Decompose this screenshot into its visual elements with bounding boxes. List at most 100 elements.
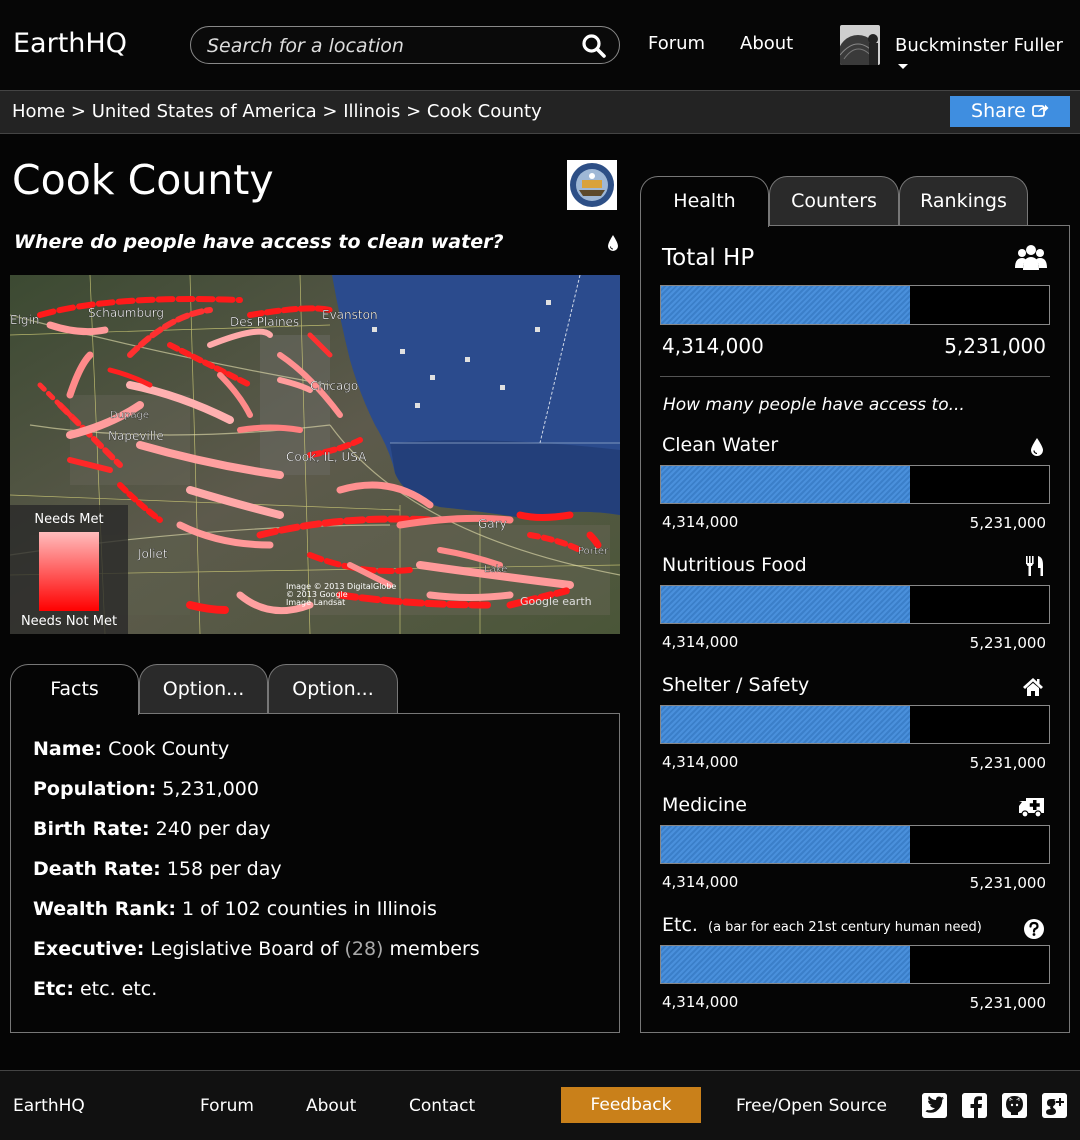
map-legend: Needs Met Needs Not Met: [10, 505, 128, 634]
member-count: (28): [344, 938, 384, 960]
fact-death-rate: Death Rate: 158 per day: [33, 858, 282, 880]
county-seal-image: [567, 160, 617, 210]
tab-rankings[interactable]: Rankings: [899, 176, 1028, 226]
map-label-elgin: Elgin: [10, 313, 39, 327]
utensils-icon: [1026, 556, 1043, 576]
avatar[interactable]: [840, 25, 880, 65]
fact-value: Cook County: [108, 738, 230, 760]
footer-link-contact[interactable]: Contact: [409, 1096, 475, 1116]
legend-needs-not-met: Needs Not Met: [20, 614, 118, 629]
need-label-shelter-safety: Shelter / Safety: [662, 674, 810, 696]
fact-value: etc. etc.: [79, 978, 158, 1000]
need-bar-fill: [661, 826, 911, 863]
ambulance-icon: [1019, 798, 1044, 818]
nav-forum[interactable]: Forum: [648, 33, 705, 54]
tab-health[interactable]: Health: [640, 176, 769, 227]
page-title: Cook County: [12, 156, 274, 204]
tab-counters[interactable]: Counters: [769, 176, 899, 226]
user-menu[interactable]: Buckminster Fuller: [895, 35, 1080, 77]
home-icon: [1023, 678, 1043, 696]
fact-label: Executive:: [33, 938, 145, 960]
search-icon[interactable]: [581, 33, 607, 59]
user-name: Buckminster Fuller: [895, 35, 1063, 56]
divider: [660, 376, 1050, 377]
map-label-joliet: Joliet: [137, 547, 168, 561]
need-max: 5,231,000: [969, 994, 1046, 1012]
fact-value: 1 of 102 counties in Illinois: [181, 898, 437, 920]
map-label-evanston: Evanston: [322, 308, 378, 322]
footer-open-source[interactable]: Free/Open Source: [736, 1096, 887, 1116]
search-box[interactable]: [190, 26, 620, 64]
map-label-dupage: Dupage: [110, 410, 149, 421]
need-bar-fill: [661, 586, 911, 623]
footer-brand[interactable]: EarthHQ: [13, 1096, 85, 1116]
share-label: Share: [971, 100, 1026, 122]
facebook-icon[interactable]: [962, 1093, 987, 1118]
need-current: 4,314,000: [662, 993, 739, 1011]
breadcrumb-home[interactable]: Home: [12, 101, 65, 122]
total-hp-bar-fill: [661, 286, 911, 324]
footer-link-forum[interactable]: Forum: [200, 1096, 254, 1116]
tab-option-2[interactable]: Option...: [268, 664, 398, 714]
breadcrumb: Home > United States of America > Illino…: [12, 101, 542, 122]
map-question: Where do people have access to clean wat…: [14, 231, 504, 253]
map-label-porter: Porter: [578, 546, 609, 557]
breadcrumb-county[interactable]: Cook County: [427, 101, 542, 122]
breadcrumb-country[interactable]: United States of America: [92, 101, 317, 122]
total-hp-bar: [660, 285, 1050, 325]
need-label-medicine: Medicine: [662, 794, 747, 816]
question-icon[interactable]: [1023, 918, 1045, 940]
share-button[interactable]: Share: [950, 96, 1070, 127]
fact-value: 240 per day: [155, 818, 271, 840]
need-bar-fill: [661, 706, 911, 743]
fact-executive: Executive: Legislative Board of (28) mem…: [33, 938, 480, 960]
fact-value: 5,231,000: [162, 778, 259, 800]
brand-logo[interactable]: EarthHQ: [13, 28, 127, 59]
need-bar-fill: [661, 946, 911, 983]
need-label: Etc.: [662, 914, 698, 936]
feedback-button[interactable]: Feedback: [561, 1087, 701, 1123]
need-max: 5,231,000: [969, 514, 1046, 532]
google-earth-logo: Google earth: [520, 595, 592, 608]
water-drop-icon: [608, 235, 618, 251]
search-input[interactable]: [207, 33, 567, 59]
twitter-icon[interactable]: [922, 1093, 947, 1118]
access-question: How many people have access to...: [663, 395, 965, 415]
breadcrumb-bar: Home > United States of America > Illino…: [0, 90, 1080, 134]
need-bar-clean-water: [660, 465, 1050, 504]
fact-population: Population: 5,231,000: [33, 778, 259, 800]
need-bar-nutritious-food: [660, 585, 1050, 624]
footer: EarthHQ Forum About Contact Feedback Fre…: [0, 1070, 1080, 1140]
github-icon[interactable]: [1002, 1093, 1027, 1118]
map-label-lake: Lake: [484, 564, 507, 575]
map-label-chicago: Chicago: [310, 379, 358, 393]
water-access-map[interactable]: Elgin Schaumburg Des Plaines Evanston Ch…: [10, 275, 620, 634]
tab-facts[interactable]: Facts: [10, 664, 139, 715]
map-label-gary: Gary: [478, 517, 507, 531]
breadcrumb-separator: >: [406, 101, 422, 122]
legend-needs-met: Needs Met: [34, 512, 104, 527]
map-label-des-plaines: Des Plaines: [230, 315, 299, 329]
fact-wealth-rank: Wealth Rank: 1 of 102 counties in Illino…: [33, 898, 437, 920]
map-attribution: Image Landsat: [286, 598, 345, 607]
fact-name: Name: Cook County: [33, 738, 229, 760]
total-hp-title: Total HP: [662, 245, 755, 271]
need-label-etc: Etc. (a bar for each 21st century human …: [662, 914, 982, 936]
map-label-schaumburg: Schaumburg: [88, 306, 164, 320]
tab-option-1[interactable]: Option...: [139, 664, 268, 714]
map-label-cook: Cook, IL, USA: [286, 450, 367, 464]
map-label-napeville: Napeville: [108, 429, 164, 443]
breadcrumb-state[interactable]: Illinois: [343, 101, 400, 122]
google-plus-icon[interactable]: [1042, 1093, 1067, 1118]
breadcrumb-separator: >: [322, 101, 338, 122]
footer-link-about[interactable]: About: [306, 1096, 356, 1116]
breadcrumb-separator: >: [70, 101, 86, 122]
total-hp-current: 4,314,000: [662, 334, 764, 358]
need-bar-etc: [660, 945, 1050, 984]
users-icon: [1015, 245, 1047, 270]
need-label-clean-water: Clean Water: [662, 434, 779, 456]
need-max: 5,231,000: [969, 634, 1046, 652]
fact-label: Wealth Rank:: [33, 898, 176, 920]
nav-about[interactable]: About: [740, 33, 793, 54]
share-icon: [1032, 104, 1049, 117]
